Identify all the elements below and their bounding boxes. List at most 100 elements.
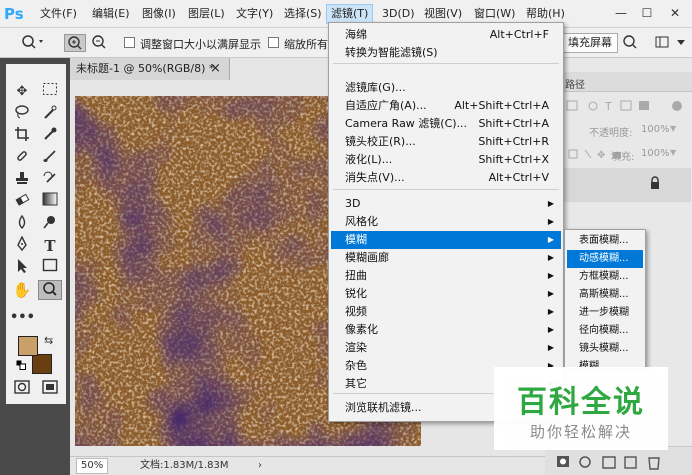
quick-selection-tool-icon[interactable] bbox=[38, 104, 62, 124]
foreground-color-swatch[interactable] bbox=[18, 336, 38, 356]
opacity-dropdown-icon[interactable]: ▼ bbox=[670, 124, 676, 133]
path-selection-tool-icon[interactable] bbox=[10, 258, 34, 278]
menu-item-label: 模糊 bbox=[345, 233, 367, 246]
watermark: 百科全说 助你轻松解决 bbox=[494, 367, 668, 450]
menu-file[interactable]: 文件(F) bbox=[36, 4, 81, 24]
submenu-item-surface-blur[interactable]: 表面模糊... bbox=[567, 232, 643, 250]
menu-item-distort[interactable]: 扭曲 ▶ bbox=[331, 267, 561, 285]
menu-item-video[interactable]: 视频 ▶ bbox=[331, 303, 561, 321]
close-tab-icon[interactable]: × bbox=[210, 58, 221, 80]
menu-item-adaptive-wide-angle[interactable]: 自适应广角(A)... Alt+Shift+Ctrl+A bbox=[331, 97, 561, 115]
menu-type[interactable]: 文字(Y) bbox=[232, 4, 277, 24]
rectangle-tool-icon[interactable] bbox=[38, 258, 62, 278]
menu-item-blur-gallery[interactable]: 模糊画廊 ▶ bbox=[331, 249, 561, 267]
eyedropper-tool-icon[interactable] bbox=[38, 126, 62, 146]
crop-tool-icon[interactable] bbox=[10, 126, 34, 146]
maximize-button[interactable]: ☐ bbox=[636, 4, 658, 22]
menu-help[interactable]: 帮助(H) bbox=[522, 4, 569, 24]
menu-3d[interactable]: 3D(D) bbox=[378, 4, 419, 24]
menu-item-vanishing-point[interactable]: 消失点(V)... Alt+Ctrl+V bbox=[331, 169, 561, 187]
submenu-item-radial-blur[interactable]: 径向模糊... bbox=[567, 322, 643, 340]
zoom-tool-icon[interactable] bbox=[38, 280, 62, 300]
brush-tool-icon[interactable] bbox=[38, 148, 62, 168]
more-tools-icon[interactable]: ••• bbox=[10, 308, 35, 328]
zoom-tool-preset-icon[interactable] bbox=[18, 34, 48, 52]
blur-tool-icon[interactable] bbox=[10, 214, 34, 234]
menu-item-haimian[interactable]: 海绵 Alt+Ctrl+F bbox=[331, 26, 561, 44]
marquee-tool-icon[interactable] bbox=[38, 82, 62, 102]
menu-item-camera-raw-filter[interactable]: Camera Raw 滤镜(C)... Shift+Ctrl+A bbox=[331, 115, 561, 133]
quick-mask-icon[interactable] bbox=[10, 380, 34, 400]
history-brush-tool-icon[interactable] bbox=[38, 170, 62, 190]
default-colors-icon[interactable] bbox=[16, 360, 26, 373]
menu-item-label: 3D bbox=[345, 197, 361, 210]
document-info: 文档:1.83M/1.83M bbox=[140, 460, 229, 471]
menu-layer[interactable]: 图层(L) bbox=[184, 4, 229, 24]
menu-item-label: 转换为智能滤镜(S) bbox=[345, 46, 438, 59]
menu-image[interactable]: 图像(I) bbox=[138, 4, 180, 24]
layer-filter-icons[interactable]: T bbox=[565, 98, 691, 116]
menu-filter[interactable]: 滤镜(T) bbox=[326, 4, 374, 24]
menu-item-filter-gallery[interactable]: 滤镜库(G)... bbox=[331, 79, 561, 97]
opacity-value[interactable]: 100% bbox=[641, 124, 670, 135]
submenu-arrow-icon: ▶ bbox=[547, 217, 554, 226]
workspace-icon[interactable] bbox=[652, 34, 672, 52]
menu-select[interactable]: 选择(S) bbox=[280, 4, 326, 24]
menu-view[interactable]: 视图(V) bbox=[420, 4, 466, 24]
move-tool-icon[interactable]: ✥ bbox=[10, 82, 34, 102]
resize-window-checkbox[interactable] bbox=[124, 37, 135, 48]
zoom-all-checkbox[interactable] bbox=[268, 37, 279, 48]
fill-screen-button[interactable]: 填充屏幕 bbox=[562, 33, 618, 53]
submenu-item-motion-blur[interactable]: 动感模糊... bbox=[567, 250, 643, 268]
menu-item-convert-smart-filter[interactable]: 转换为智能滤镜(S) bbox=[331, 44, 561, 62]
zoom-out-icon[interactable] bbox=[88, 34, 110, 52]
photoshop-window: Ps 文件(F) 编辑(E) 图像(I) 图层(L) 文字(Y) 选择(S) 滤… bbox=[0, 0, 692, 475]
pen-tool-icon[interactable] bbox=[10, 235, 34, 256]
healing-brush-tool-icon[interactable] bbox=[10, 148, 34, 168]
screen-mode-icon[interactable] bbox=[38, 380, 62, 400]
menu-item-liquify[interactable]: 液化(L)... Shift+Ctrl+X bbox=[331, 151, 561, 169]
submenu-item-blur-more[interactable]: 进一步模糊 bbox=[567, 304, 643, 322]
menu-item-blur[interactable]: 模糊 ▶ bbox=[331, 231, 561, 249]
menu-window[interactable]: 窗口(W) bbox=[470, 4, 519, 24]
zoom-level[interactable]: 50% bbox=[76, 458, 109, 474]
menu-item-label: 锐化 bbox=[345, 287, 367, 300]
zoom-in-icon[interactable] bbox=[64, 34, 86, 52]
tools-panel: ✥ T ✋ ••• ⇆ bbox=[6, 64, 66, 404]
background-color-swatch[interactable] bbox=[32, 354, 52, 374]
menu-item-pixelate[interactable]: 像素化 ▶ bbox=[331, 321, 561, 339]
minimize-button[interactable]: — bbox=[610, 4, 632, 22]
layer-row[interactable] bbox=[563, 168, 691, 202]
type-tool-icon[interactable]: T bbox=[38, 236, 62, 256]
watermark-title: 百科全说 bbox=[517, 385, 645, 420]
menu-item-render[interactable]: 渲染 ▶ bbox=[331, 339, 561, 357]
submenu-arrow-icon: ▶ bbox=[547, 343, 554, 352]
document-tab[interactable]: 未标题-1 @ 50%(RGB/8) * × bbox=[70, 58, 230, 80]
svg-text:✥: ✥ bbox=[597, 150, 605, 160]
hand-tool-icon[interactable]: ✋ bbox=[10, 280, 34, 300]
close-button[interactable]: ✕ bbox=[664, 4, 686, 22]
fill-value[interactable]: 100% bbox=[641, 148, 670, 159]
gradient-tool-icon[interactable] bbox=[38, 192, 62, 212]
menu-item-stylize[interactable]: 风格化 ▶ bbox=[331, 213, 561, 231]
search-icon[interactable] bbox=[620, 34, 640, 52]
layers-bottom-bar: fx fx bbox=[545, 446, 692, 475]
watermark-subtitle: 助你轻松解决 bbox=[529, 423, 632, 441]
submenu-item-box-blur[interactable]: 方框模糊... bbox=[567, 268, 643, 286]
submenu-item-lens-blur[interactable]: 镜头模糊... bbox=[567, 340, 643, 358]
status-arrow-icon[interactable]: › bbox=[258, 457, 262, 475]
menu-edit[interactable]: 编辑(E) bbox=[88, 4, 134, 24]
menu-item-lens-correction[interactable]: 镜头校正(R)... Shift+Ctrl+R bbox=[331, 133, 561, 151]
menu-item-sharpen[interactable]: 锐化 ▶ bbox=[331, 285, 561, 303]
clone-stamp-tool-icon[interactable] bbox=[10, 170, 34, 190]
paths-tab[interactable]: 路径 bbox=[565, 76, 585, 91]
menu-item-label: 视频 bbox=[345, 305, 367, 318]
fill-dropdown-icon[interactable]: ▼ bbox=[670, 148, 676, 157]
workspace-dropdown-icon[interactable] bbox=[674, 34, 688, 52]
menu-item-3d[interactable]: 3D ▶ bbox=[331, 195, 561, 213]
swap-colors-icon[interactable]: ⇆ bbox=[44, 334, 53, 347]
submenu-item-gaussian-blur[interactable]: 高斯模糊... bbox=[567, 286, 643, 304]
dodge-tool-icon[interactable] bbox=[38, 214, 62, 234]
eraser-tool-icon[interactable] bbox=[10, 192, 34, 212]
lasso-tool-icon[interactable] bbox=[10, 104, 34, 124]
